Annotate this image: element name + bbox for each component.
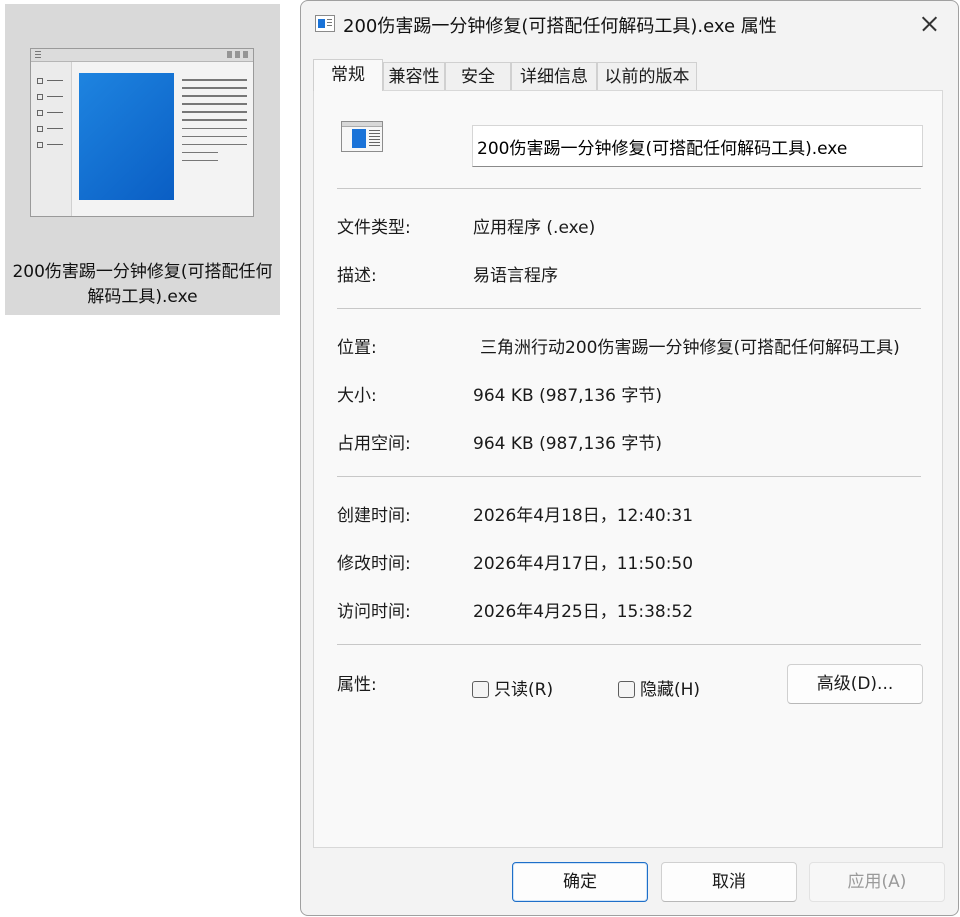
window-app-icon <box>30 48 254 217</box>
apply-button[interactable]: 应用(A) <box>809 862 945 902</box>
description-value: 易语言程序 <box>473 266 558 286</box>
modified-value: 2026年4月17日，11:50:50 <box>473 554 694 574</box>
disk-size-value: 964 KB (987,136 字节) <box>473 434 663 454</box>
disk-size-label: 占用空间: <box>337 434 411 454</box>
desktop-file-item[interactable]: 200伤害踢一分钟修复(可搭配任何解码工具).exe <box>5 4 280 315</box>
size-value: 964 KB (987,136 字节) <box>473 386 663 406</box>
divider <box>337 308 921 309</box>
tab-details[interactable]: 详细信息 <box>511 62 597 90</box>
checkbox-icon[interactable] <box>618 681 635 698</box>
cancel-button[interactable]: 取消 <box>661 862 797 902</box>
general-panel: 文件类型: 应用程序 (.exe) 描述: 易语言程序 位置: 三角洲行动200… <box>313 90 943 848</box>
tab-general[interactable]: 常规 <box>313 59 383 91</box>
properties-dialog: 200伤害踢一分钟修复(可搭配任何解码工具).exe 属性 常规 兼容性 安全 … <box>300 0 959 916</box>
file-name-label: 200伤害踢一分钟修复(可搭配任何解码工具).exe <box>12 262 273 307</box>
tab-compatibility[interactable]: 兼容性 <box>383 62 445 90</box>
ok-button[interactable]: 确定 <box>512 862 648 902</box>
tab-security[interactable]: 安全 <box>445 62 511 90</box>
tab-previous-versions[interactable]: 以前的版本 <box>597 62 697 90</box>
size-label: 大小: <box>337 386 377 406</box>
advanced-button[interactable]: 高级(D)... <box>787 664 923 704</box>
location-label: 位置: <box>337 338 377 358</box>
hidden-label: 隐藏(H) <box>640 680 701 700</box>
checkbox-icon[interactable] <box>472 681 489 698</box>
divider <box>337 644 921 645</box>
file-type-label: 文件类型: <box>337 218 411 238</box>
accessed-label: 访问时间: <box>337 602 411 622</box>
readonly-checkbox[interactable]: 只读(R) <box>472 675 554 700</box>
window-app-icon <box>341 121 383 152</box>
description-label: 描述: <box>337 266 377 286</box>
close-icon[interactable] <box>898 1 958 47</box>
readonly-label: 只读(R) <box>494 680 554 700</box>
divider <box>337 476 921 477</box>
modified-label: 修改时间: <box>337 554 411 574</box>
location-value: 三角洲行动200伤害踢一分钟修复(可搭配任何解码工具) <box>480 338 900 358</box>
hidden-checkbox[interactable]: 隐藏(H) <box>618 675 701 700</box>
accessed-value: 2026年4月25日，15:38:52 <box>473 602 694 622</box>
app-icon <box>315 15 335 32</box>
attributes-label: 属性: <box>337 675 377 695</box>
file-name-field[interactable] <box>472 125 923 167</box>
file-type-value: 应用程序 (.exe) <box>473 218 596 238</box>
divider <box>337 188 921 189</box>
dialog-title: 200伤害踢一分钟修复(可搭配任何解码工具).exe 属性 <box>343 16 777 37</box>
title-bar: 200伤害踢一分钟修复(可搭配任何解码工具).exe 属性 <box>301 1 958 47</box>
created-label: 创建时间: <box>337 506 411 526</box>
created-value: 2026年4月18日，12:40:31 <box>473 506 694 526</box>
